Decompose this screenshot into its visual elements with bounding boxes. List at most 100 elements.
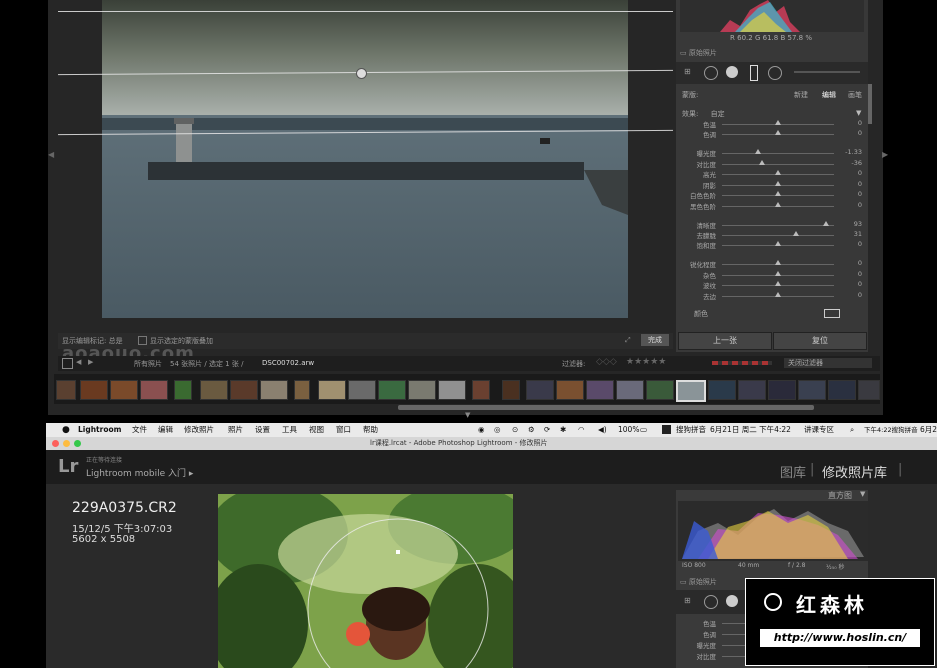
slider-value[interactable]: 0 — [836, 280, 862, 288]
film-thumbnail[interactable] — [140, 380, 168, 400]
slider-knob[interactable] — [775, 130, 781, 135]
film-thumbnail[interactable] — [798, 380, 826, 400]
film-thumbnail[interactable] — [768, 380, 796, 400]
effect-value[interactable]: 自定 — [711, 110, 725, 118]
left-panel-toggle-icon[interactable]: ◀ — [48, 150, 54, 159]
menu-help[interactable]: 帮助 — [363, 423, 378, 437]
slider-knob[interactable] — [775, 291, 781, 297]
film-thumbnail[interactable] — [174, 380, 192, 400]
input-method-label[interactable]: 搜狗拼音 — [676, 423, 706, 437]
menu-app-name[interactable]: Lightroom — [78, 423, 121, 437]
film-current-file[interactable]: DSC00702.arw — [262, 359, 314, 367]
film-thumbnail[interactable] — [616, 380, 644, 400]
zoom-window-icon[interactable] — [74, 440, 81, 447]
slider-knob[interactable] — [775, 170, 781, 175]
slider-knob[interactable] — [759, 159, 766, 165]
film-thumbnail[interactable] — [200, 380, 228, 400]
slider-value[interactable]: 0 — [836, 119, 862, 127]
slider-knob[interactable] — [792, 231, 799, 236]
film-path-prefix[interactable]: 所有照片 — [134, 359, 162, 369]
menu-edit[interactable]: 编辑 — [158, 423, 173, 437]
slider-knob[interactable] — [775, 180, 781, 186]
minimize-window-icon[interactable] — [63, 440, 70, 447]
graduated-filter-pin[interactable] — [356, 68, 367, 79]
slider-knob[interactable] — [775, 120, 781, 125]
close-window-icon[interactable] — [52, 440, 59, 447]
color-label-filter[interactable] — [712, 361, 772, 365]
volume-icon[interactable]: ◀) — [598, 423, 607, 437]
film-thumbnail[interactable] — [408, 380, 436, 400]
slider-value[interactable]: 0 — [836, 129, 862, 137]
histogram-collapse-icon[interactable]: ▼ — [860, 490, 865, 498]
film-thumbnail[interactable] — [502, 380, 520, 400]
film-thumbnail[interactable] — [646, 380, 674, 400]
slider-track[interactable] — [722, 225, 834, 226]
film-thumbnail[interactable] — [472, 380, 490, 400]
back-arrow-icon[interactable]: ◀ — [76, 358, 81, 366]
slider-value[interactable]: 0 — [836, 270, 862, 278]
slider-value[interactable]: 0 — [836, 201, 862, 209]
film-thumbnail[interactable] — [828, 380, 856, 400]
slider-value[interactable]: 0 — [836, 180, 862, 188]
apple-logo-icon[interactable]: ● — [62, 423, 70, 437]
previous-button[interactable]: 上一张 — [678, 332, 772, 350]
target-icon[interactable]: ⊙ — [512, 423, 518, 437]
film-thumbnail[interactable] — [56, 380, 76, 400]
record-icon[interactable]: ◉ — [478, 423, 485, 437]
redeye-icon[interactable] — [726, 66, 738, 78]
edit-photo-portrait[interactable] — [218, 494, 513, 668]
film-thumbnail[interactable] — [378, 380, 406, 400]
filmstrip-scrollbar[interactable] — [398, 405, 814, 410]
sync-icon[interactable]: ⟳ — [544, 423, 550, 437]
radial-filter-icon[interactable] — [768, 66, 782, 80]
spotlight-icon[interactable]: ⌕ — [850, 423, 854, 437]
identity-label[interactable]: Lightroom mobile 入门 ▸ — [86, 466, 193, 479]
film-thumbnail[interactable] — [348, 380, 376, 400]
bottom-original-photo[interactable]: ▭ 原始照片 — [680, 577, 717, 587]
wifi-icon[interactable]: ◠ — [578, 423, 585, 437]
module-library[interactable]: 图库 — [780, 462, 806, 481]
right-panel-toggle-icon[interactable]: ▶ — [882, 150, 888, 159]
filmstrip-toggle-icon[interactable]: ▼ — [465, 411, 470, 419]
menu-develop[interactable]: 修改照片 — [184, 423, 214, 437]
bottom-redeye-icon[interactable] — [726, 595, 738, 607]
edit-photo-seascape[interactable] — [102, 0, 628, 318]
film-thumbnail[interactable] — [260, 380, 288, 400]
film-thumbnail[interactable] — [858, 380, 880, 400]
slider-value[interactable]: 0 — [836, 240, 862, 248]
graduated-filter-icon[interactable] — [750, 65, 758, 81]
slider-value[interactable]: 0 — [836, 291, 862, 299]
flag-filter-icon[interactable]: ◇◇◇ — [596, 357, 617, 367]
eye-icon[interactable]: ◎ — [494, 423, 501, 437]
film-thumbnail-selected[interactable] — [676, 380, 706, 402]
star-filter-icon[interactable]: ★★★★★ — [626, 357, 666, 367]
film-thumbnail[interactable] — [110, 380, 138, 400]
slider-knob[interactable] — [775, 260, 781, 265]
reset-icon[interactable]: ⤢ — [625, 336, 631, 345]
slider-knob[interactable] — [823, 221, 830, 226]
menu-settings[interactable]: 设置 — [255, 423, 270, 437]
film-thumbnail[interactable] — [738, 380, 766, 400]
film-thumbnail[interactable] — [80, 380, 108, 400]
slider-knob[interactable] — [775, 281, 781, 286]
slider-value[interactable]: 31 — [836, 230, 862, 238]
graduated-filter-line-top[interactable] — [58, 11, 673, 12]
menu-tag[interactable]: 讲课专区 — [804, 423, 834, 437]
filter-off-select[interactable]: 关闭过滤器 — [784, 358, 872, 368]
spot-removal-icon[interactable] — [704, 66, 718, 80]
slider-knob[interactable] — [775, 270, 781, 276]
slider-value[interactable]: 0 — [836, 169, 862, 177]
slider-value[interactable]: -1.33 — [836, 148, 862, 156]
menu-photo[interactable]: 照片 — [228, 423, 243, 437]
battery-icon[interactable]: ▭ — [640, 423, 647, 437]
mask-tab-new[interactable]: 新建 — [794, 90, 808, 100]
menu-datetime[interactable]: 6月21日 周二 下午4:22 — [710, 423, 791, 437]
slider-knob[interactable] — [775, 201, 781, 207]
slider-knob[interactable] — [754, 149, 761, 154]
forward-arrow-icon[interactable]: ▶ — [88, 358, 93, 366]
mask-tab-edit[interactable]: 编辑 — [822, 90, 836, 100]
slider-knob[interactable] — [775, 191, 781, 196]
slider-knob[interactable] — [775, 241, 781, 246]
module-develop[interactable]: 修改照片库 — [822, 462, 887, 481]
slider-track[interactable] — [722, 235, 834, 236]
